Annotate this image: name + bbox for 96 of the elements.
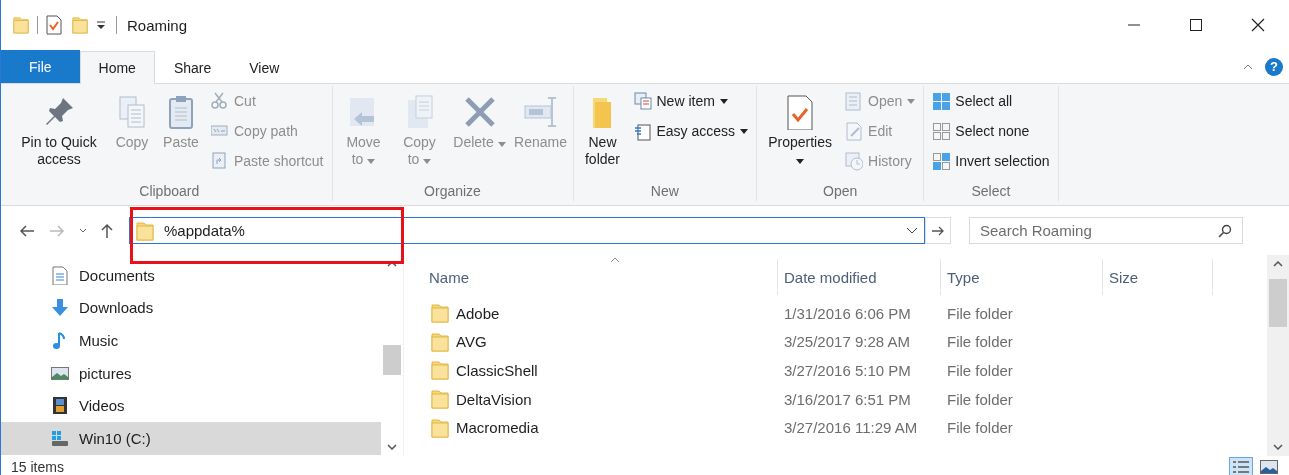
- folder-icon: [431, 331, 449, 352]
- ribbon-button[interactable]: Pin to Quick access: [11, 86, 107, 172]
- ribbon-button[interactable]: New item: [629, 88, 753, 114]
- dropdown-icon[interactable]: [94, 19, 108, 31]
- group-label: New: [649, 183, 680, 201]
- folder-icon: [431, 360, 449, 381]
- group-label: Open: [822, 183, 859, 201]
- recent-locations-icon[interactable]: [79, 228, 87, 233]
- select-none-icon: [932, 121, 951, 141]
- help-button[interactable]: ?: [1265, 57, 1283, 76]
- address-text: %appdata%: [164, 222, 246, 239]
- ribbon-button[interactable]: New folder: [577, 86, 628, 172]
- nav-item[interactable]: pictures: [1, 356, 381, 390]
- scroll-thumb[interactable]: [1269, 279, 1287, 327]
- scroll-down-icon[interactable]: [1273, 444, 1283, 450]
- item-count: 15 items: [11, 459, 64, 475]
- nav-item[interactable]: Downloads: [1, 291, 381, 325]
- folder-icon: [431, 303, 449, 324]
- go-button[interactable]: [925, 217, 951, 244]
- drive-icon: [51, 428, 69, 448]
- invert-selection-icon: [932, 151, 951, 171]
- group-label: Clipboard: [138, 183, 201, 201]
- ribbon-button[interactable]: Select all: [928, 88, 1054, 114]
- maximize-icon: [1190, 19, 1202, 31]
- address-field[interactable]: %appdata%: [129, 217, 925, 244]
- file-name-cell[interactable]: Adobe: [424, 303, 778, 324]
- folder-icon: [431, 417, 449, 438]
- type-cell-text: File folder: [946, 304, 1014, 322]
- scroll-thumb[interactable]: [383, 345, 401, 375]
- search-field[interactable]: Search Roaming: [969, 217, 1243, 244]
- properties-icon[interactable]: [46, 15, 62, 35]
- folder-icon: [431, 389, 449, 410]
- type-cell-text: File folder: [946, 390, 1014, 408]
- download-icon: [51, 298, 69, 318]
- easy-access-icon: [633, 121, 652, 141]
- file-name-cell[interactable]: ClassicShell: [424, 360, 778, 381]
- shortcut-icon: [211, 151, 229, 171]
- view-button[interactable]: [1229, 457, 1253, 475]
- column-header[interactable]: Size: [1103, 259, 1213, 295]
- file-name-cell[interactable]: AVG: [424, 331, 778, 352]
- scroll-up-icon[interactable]: [387, 261, 397, 267]
- ribbon-button[interactable]: Select none: [928, 118, 1054, 144]
- nav-item[interactable]: Win10 (C:): [1, 421, 381, 455]
- date-cell-text: 3/27/2016 5:10 PM: [783, 362, 912, 379]
- column-header[interactable]: Name: [424, 259, 778, 295]
- up-icon[interactable]: [101, 222, 113, 239]
- scissors-icon: [211, 91, 229, 111]
- ribbon-tab[interactable]: Home: [79, 51, 155, 84]
- type-cell-text: File folder: [946, 333, 1014, 351]
- search-placeholder: Search Roaming: [980, 222, 1092, 239]
- document-icon: [51, 265, 69, 285]
- history-icon: [845, 151, 864, 171]
- ribbon-button[interactable]: Invert selection: [928, 148, 1054, 174]
- date-cell-text: 1/31/2016 6:06 PM: [783, 304, 912, 322]
- column-header[interactable]: Type: [941, 259, 1103, 295]
- nav-item[interactable]: Music: [1, 324, 381, 357]
- group-label: Select: [970, 183, 1012, 201]
- file-name-cell[interactable]: Macromedia: [424, 417, 778, 438]
- type-cell-text: File folder: [946, 419, 1014, 437]
- dropdown-icon[interactable]: [906, 227, 918, 234]
- file-name-cell[interactable]: DeltaVision: [424, 389, 778, 410]
- close-icon: [1251, 18, 1265, 32]
- search-icon: [1218, 223, 1232, 238]
- column-header[interactable]: Date modified: [778, 259, 941, 295]
- folder-icon: [72, 15, 88, 35]
- ribbon-tab[interactable]: Share: [154, 51, 231, 84]
- nav-item[interactable]: Videos: [1, 389, 381, 422]
- nav-item[interactable]: Documents: [1, 259, 381, 292]
- scrollbar[interactable]: [1267, 255, 1289, 456]
- arrow-icon: [931, 225, 945, 236]
- ribbon-button[interactable]: Properties: [761, 86, 840, 172]
- ribbon-tab[interactable]: View: [230, 51, 299, 84]
- back-icon[interactable]: [19, 224, 35, 237]
- film-icon: [51, 396, 69, 416]
- ribbon-tab[interactable]: File: [1, 50, 80, 83]
- new-item-icon: [633, 91, 652, 111]
- view-button[interactable]: [1257, 457, 1281, 475]
- rename-icon: [522, 94, 559, 130]
- collapse-ribbon-icon[interactable]: [1243, 63, 1253, 70]
- folder-icon: [136, 220, 154, 241]
- window-title: Roaming: [127, 16, 188, 34]
- details-view-icon: [1232, 460, 1250, 474]
- picture-icon: [1260, 460, 1278, 474]
- group-label: Organize: [423, 183, 482, 201]
- open-icon: [845, 91, 864, 111]
- folder-icon: [13, 15, 29, 35]
- type-cell-text: File folder: [946, 362, 1014, 379]
- ribbon-button[interactable]: Easy access: [629, 118, 753, 144]
- date-cell-text: 3/16/2017 6:51 PM: [783, 390, 912, 408]
- date-cell-text: 3/27/2016 11:29 AM: [783, 419, 919, 437]
- edit-icon: [845, 121, 864, 141]
- date-cell-text: 3/25/2017 9:28 AM: [783, 333, 911, 351]
- scroll-up-icon[interactable]: [1273, 261, 1283, 267]
- scroll-down-icon[interactable]: [387, 444, 397, 450]
- select-all-icon: [932, 91, 951, 111]
- minimize-icon: [1128, 24, 1140, 26]
